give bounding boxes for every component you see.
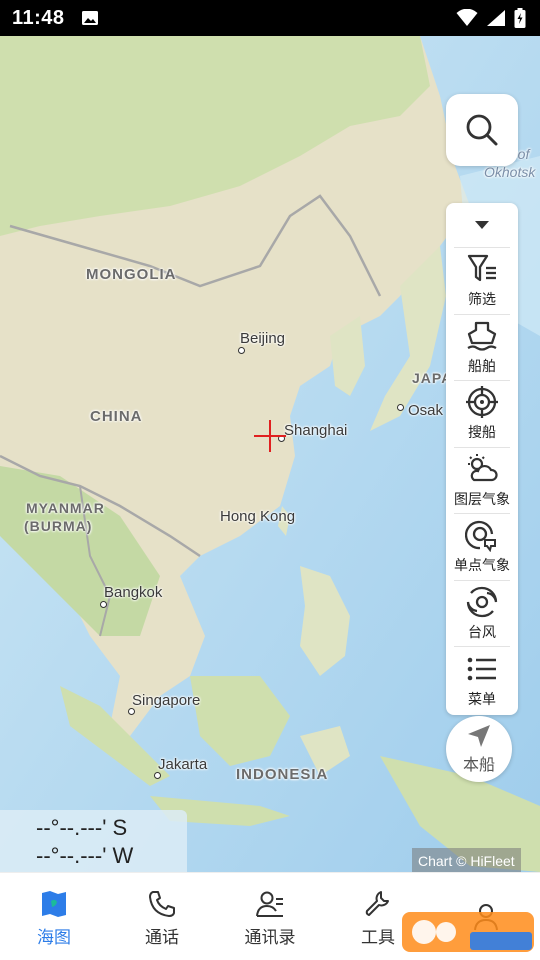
image-notification-icon: [81, 11, 98, 25]
tool-filter[interactable]: 筛选: [454, 248, 510, 315]
label-jakarta: Jakarta: [158, 756, 208, 773]
status-bar: 11:48: [0, 0, 540, 36]
label-myanmar: MYANMAR: [26, 500, 105, 516]
tool-typhoon[interactable]: 台风: [454, 581, 510, 647]
wrench-icon: [365, 891, 389, 916]
coordinate-readout: --°--.---' S --°--.---' W: [0, 810, 187, 872]
tool-filter-label: 筛选: [468, 291, 496, 308]
map-tool-panel: 筛选 船舶 搜船 图层气象 单点气象 台风 菜单: [446, 203, 518, 715]
tool-search-ship[interactable]: 搜船: [454, 381, 510, 448]
phone-icon: [149, 891, 175, 917]
search-icon: [466, 114, 498, 146]
point-weather-icon: [465, 521, 496, 553]
city-dot-bangkok: [100, 601, 107, 608]
weather-layer-icon: [468, 453, 498, 481]
status-time: 11:48: [12, 6, 65, 29]
sea-chart-map[interactable]: MONGOLIA CHINA MYANMAR (BURMA) INDONESIA…: [0, 36, 540, 872]
navigation-arrow-icon: [468, 725, 490, 747]
label-osaka: Osak: [408, 402, 444, 419]
city-dot-singapore: [128, 708, 135, 715]
tool-ships-label: 船舶: [468, 357, 496, 374]
label-indonesia: INDONESIA: [236, 766, 329, 783]
nav-tools-label: 工具: [361, 928, 395, 947]
tool-menu[interactable]: 菜单: [454, 647, 510, 714]
label-hong-kong: Hong Kong: [220, 508, 296, 525]
latitude-readout: --°--.---' S: [36, 815, 128, 840]
nav-sea-chart-label: 海图: [37, 928, 71, 947]
tool-menu-label: 菜单: [468, 690, 496, 707]
city-dot-osaka: [397, 404, 404, 411]
tool-weather-layer-label: 图层气象: [454, 490, 510, 507]
target-icon: [466, 386, 498, 419]
label-okhotsk: Okhotsk: [484, 164, 536, 180]
collapse-panel-button[interactable]: [454, 203, 510, 248]
label-burma: (BURMA): [24, 518, 93, 534]
label-singapore: Singapore: [132, 692, 201, 709]
label-shanghai: Shanghai: [284, 422, 348, 439]
battery-charging-icon: [514, 8, 526, 28]
city-dot-beijing: [238, 347, 245, 354]
tool-typhoon-label: 台风: [468, 623, 496, 640]
typhoon-icon: [466, 586, 498, 617]
ship-icon: [467, 321, 497, 351]
watermark-logo: [402, 912, 534, 952]
caret-down-icon: [475, 221, 489, 229]
wifi-icon: [456, 9, 478, 26]
tool-ships[interactable]: 船舶: [454, 315, 510, 381]
chart-map-icon: [42, 891, 66, 917]
own-ship-button[interactable]: 本船: [446, 716, 512, 782]
label-bangkok: Bangkok: [104, 584, 163, 601]
nav-calls-label: 通话: [145, 928, 179, 947]
nav-calls[interactable]: 通话: [108, 873, 216, 960]
tool-point-weather[interactable]: 单点气象: [454, 514, 510, 581]
tool-weather-layer[interactable]: 图层气象: [454, 448, 510, 514]
map-attribution: Chart © HiFleet: [412, 848, 521, 872]
search-button[interactable]: [446, 94, 518, 166]
nav-sea-chart[interactable]: 海图: [0, 873, 108, 960]
label-mongolia: MONGOLIA: [86, 266, 177, 283]
filter-icon: [467, 255, 496, 282]
nav-contacts[interactable]: 通讯录: [216, 873, 324, 960]
cell-signal-icon: [487, 10, 505, 26]
tool-search-ship-label: 搜船: [468, 424, 496, 441]
nav-contacts-label: 通讯录: [244, 928, 296, 947]
menu-list-icon: [467, 657, 496, 681]
label-beijing: Beijing: [240, 330, 286, 347]
center-crosshair: [254, 420, 286, 452]
contacts-icon: [256, 891, 283, 917]
label-china: CHINA: [90, 408, 143, 425]
own-ship-label: 本船: [462, 757, 495, 774]
tool-point-weather-label: 单点气象: [454, 557, 510, 574]
longitude-readout: --°--.---' W: [36, 843, 134, 868]
city-dot-jakarta: [154, 772, 161, 779]
